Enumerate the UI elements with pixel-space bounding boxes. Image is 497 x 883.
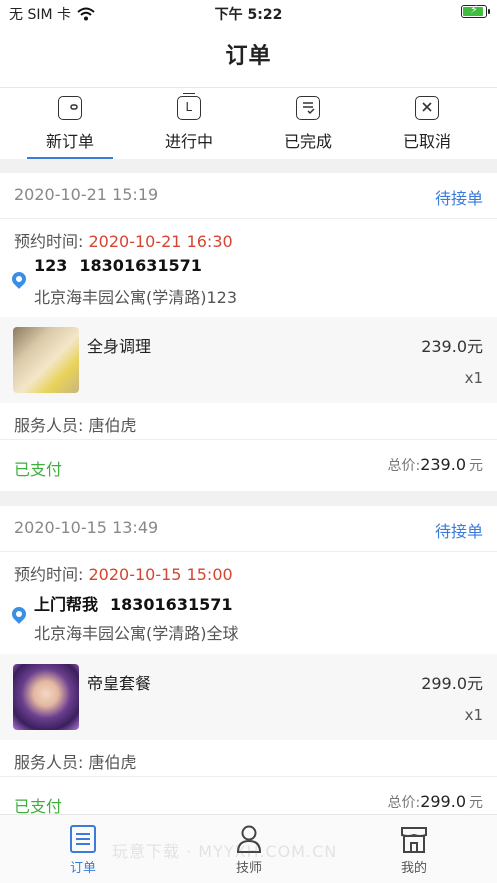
order-total: 总价:299.0 元 [387, 792, 483, 812]
total-unit: 元 [469, 458, 483, 474]
order-created-time: 2020-10-21 15:19 [14, 185, 159, 204]
wallet-icon [58, 96, 82, 120]
divider [0, 439, 497, 440]
watermark: 玩意下载 · MYYXH.COM.CN [112, 842, 338, 861]
order-status[interactable]: 待接单 [435, 518, 483, 542]
x-box-icon [415, 96, 439, 120]
appointment-time: 预约时间: 2020-10-21 16:30 [14, 228, 233, 252]
staff-name: 唐伯虎 [88, 416, 137, 435]
product-price: 299.0元 [421, 674, 483, 693]
tab-in-progress[interactable]: L 进行中 [127, 88, 251, 160]
service-staff: 服务人员: 唐伯虎 [14, 412, 137, 436]
total-label: 总价: [387, 795, 421, 811]
store-icon [401, 827, 427, 853]
tab-cancelled[interactable]: 已取消 [365, 88, 489, 160]
appointment-label: 预约时间: [14, 232, 84, 251]
tab-new-orders[interactable]: 新订单 [8, 88, 132, 160]
payment-status: 已支付 [14, 460, 63, 479]
contact-name: 上门帮我 [34, 595, 99, 614]
order-list-icon [70, 825, 96, 853]
divider [0, 776, 497, 777]
order-card[interactable]: 2020-10-21 15:19 待接单 预约时间: 2020-10-21 16… [0, 173, 497, 491]
order-status[interactable]: 待接单 [435, 185, 483, 209]
order-card[interactable]: 2020-10-15 13:49 待接单 预约时间: 2020-10-15 15… [0, 506, 497, 816]
order-header: 2020-10-15 13:49 待接单 [0, 506, 497, 552]
staff-label: 服务人员: [14, 753, 84, 772]
tab-label: 新订单 [45, 132, 94, 151]
total-label: 总价: [387, 458, 421, 474]
charging-icon: ⚡ [470, 3, 478, 16]
product-price: 239.0元 [421, 337, 483, 356]
contact-name: 123 [34, 256, 68, 275]
contact-line: 123 18301631571 [34, 256, 214, 275]
appointment-time: 预约时间: 2020-10-15 15:00 [14, 561, 233, 585]
order-header: 2020-10-21 15:19 待接单 [0, 173, 497, 219]
staff-name: 唐伯虎 [88, 753, 137, 772]
tab-label: 已完成 [283, 132, 332, 151]
status-bar: 无 SIM 卡 下午 5:22 ⚡ [0, 0, 497, 26]
tab-label: 已取消 [402, 132, 451, 151]
location-pin-icon [9, 269, 29, 289]
product-row[interactable]: 帝皇套餐 299.0元 x1 [0, 654, 497, 740]
status-time: 下午 5:22 [214, 7, 283, 23]
appointment-value: 2020-10-21 16:30 [88, 232, 233, 251]
staff-label: 服务人员: [14, 416, 84, 435]
product-thumbnail [13, 327, 79, 393]
total-unit: 元 [469, 795, 483, 811]
address: 北京海丰园公寓(学清路)全球 [34, 624, 239, 643]
tab-label: 进行中 [164, 132, 213, 151]
appointment-value: 2020-10-15 15:00 [88, 565, 233, 584]
check-list-icon [296, 96, 320, 120]
contact-line: 上门帮我 18301631571 [34, 591, 244, 615]
tab-completed[interactable]: 已完成 [246, 88, 370, 160]
nav-label: 我的 [400, 861, 427, 876]
location-pin-icon [9, 604, 29, 624]
address: 北京海丰园公寓(学清路)123 [34, 288, 238, 307]
product-quantity: x1 [464, 706, 483, 724]
section-gap [0, 491, 497, 506]
appointment-label: 预约时间: [14, 565, 84, 584]
product-name: 帝皇套餐 [87, 674, 152, 693]
contact-phone[interactable]: 18301631571 [79, 256, 201, 275]
product-name: 全身调理 [87, 337, 152, 356]
battery-icon: ⚡ [461, 3, 490, 18]
total-value: 239.0 [420, 455, 466, 474]
order-created-time: 2020-10-15 13:49 [14, 518, 159, 537]
order-tabs: 新订单 L 进行中 已完成 已取消 [0, 87, 497, 159]
contact-phone[interactable]: 18301631571 [110, 595, 232, 614]
product-row[interactable]: 全身调理 239.0元 x1 [0, 317, 497, 403]
page-title: 订单 [225, 44, 272, 69]
product-quantity: x1 [464, 369, 483, 387]
service-staff: 服务人员: 唐伯虎 [14, 749, 137, 773]
clock-icon: L [177, 93, 201, 120]
nav-item-mine[interactable]: 我的 [331, 815, 497, 883]
order-total: 总价:239.0 元 [387, 455, 483, 475]
section-gap [0, 159, 497, 173]
product-thumbnail [13, 664, 79, 730]
total-value: 299.0 [420, 792, 466, 811]
